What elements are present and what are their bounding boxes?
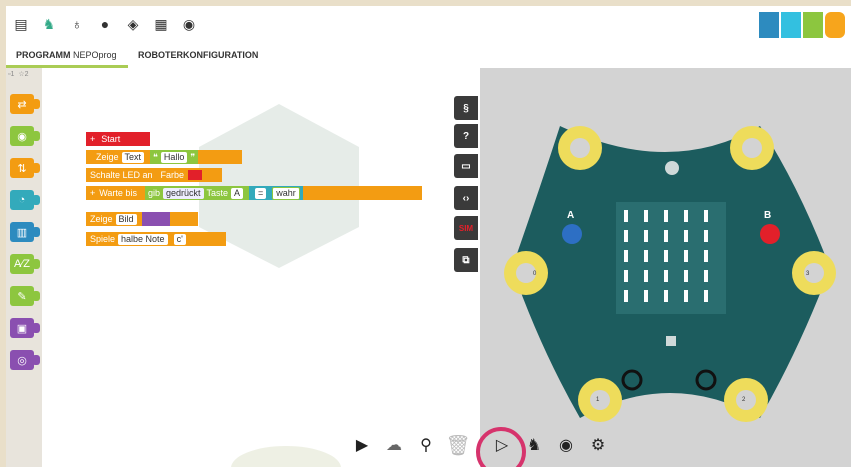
zoom-icon[interactable]: ⚲ [414, 433, 438, 457]
graduation-cap-icon[interactable]: ◈ [124, 15, 142, 33]
category-sensor-icon[interactable]: ◉ [10, 126, 40, 146]
category-control-icon[interactable]: ⇅ [10, 158, 40, 178]
calliope-board [504, 126, 836, 422]
text-type-dropdown[interactable]: Text [121, 151, 145, 163]
simulation-button[interactable]: SIM [454, 216, 478, 240]
category-tabs: ▫1 ☆2 [8, 70, 29, 78]
trash-icon[interactable]: 🗑 [445, 433, 470, 457]
show-image-block[interactable]: Zeige Bild [86, 212, 198, 226]
sound-icon[interactable]: ◉ [554, 433, 578, 457]
category-messages-icon[interactable]: ◎ [10, 350, 40, 370]
tab-robot-config[interactable]: ROBOTERKONFIGURATION [138, 50, 258, 60]
show-code-button[interactable]: § [454, 96, 478, 120]
button-b-label: B [764, 210, 772, 221]
simulation-pane: A B 0 1 2 3 [480, 68, 851, 467]
category-tab-2[interactable]: ☆2 [18, 71, 28, 78]
top-menu-bar: ▤ ♞ ♁ ● ◈ ▦ ◉ [6, 6, 851, 44]
block-category-bar: ▫1 ☆2 ⇄ ◉ ⇅ ◔ ▥ A⁄Z ✎ ▣ ◎ [6, 68, 42, 467]
left-bottom-toolbar: ▶ ☁ ⚲ 🗑 [350, 429, 478, 461]
category-math-icon[interactable]: ▥ [10, 222, 40, 242]
settings-wrench-icon[interactable]: ⚙ [586, 433, 610, 457]
category-text-icon[interactable]: A⁄Z [10, 254, 40, 274]
start-block[interactable]: + Start [86, 132, 150, 146]
nepo-logo [759, 12, 845, 38]
globe-icon[interactable]: ◉ [180, 15, 198, 33]
app-window: ▤ ♞ ♁ ● ◈ ▦ ◉ PROGRAMM NEPOprog ROBOTERK… [6, 6, 851, 467]
play-note-block[interactable]: Spiele halbe Note c' [86, 232, 226, 246]
get-pressed-block[interactable]: gib gedrückt Taste A [144, 186, 250, 200]
screen-share-button[interactable]: ⧉ [454, 248, 478, 272]
category-tab-1[interactable]: ▫1 [8, 71, 14, 78]
pin-1-label: 1 [596, 397, 600, 403]
cloud-save-icon[interactable]: ☁ [382, 433, 406, 457]
help-button[interactable]: ? [454, 124, 478, 148]
wait-until-block[interactable]: + Warte bis gib gedrückt Taste A = wahr [86, 186, 422, 200]
led-block[interactable]: Schalte LED an Farbe [86, 168, 222, 182]
image-value-block[interactable] [141, 212, 170, 226]
gallery-grid-icon[interactable]: ▦ [152, 15, 170, 33]
program-name: NEPOprog [73, 50, 117, 60]
category-color-icon[interactable]: ✎ [10, 286, 40, 306]
compare-block[interactable]: = wahr [249, 186, 303, 200]
pin-0-label: 0 [533, 271, 537, 277]
show-text-block[interactable]: Zeige Text ❝ Hallo ❞ [86, 150, 242, 164]
text-literal-block[interactable]: ❝ Hallo ❞ [150, 150, 199, 164]
code-toggle-button[interactable]: ‹› [454, 186, 478, 210]
programming-workspace[interactable]: ▫1 ☆2 ⇄ ◉ ⇅ ◔ ▥ A⁄Z ✎ ▣ ◎ § ? ▭ ‹› SIM ⧉… [6, 68, 480, 467]
robot-icon[interactable]: ♞ [40, 15, 58, 33]
led-color-swatch[interactable] [188, 170, 203, 180]
block-label: Zeige [96, 152, 119, 162]
tab-program[interactable]: PROGRAMM NEPOprog [16, 50, 117, 60]
button-a-label: A [567, 210, 575, 221]
user-icon[interactable]: ● [96, 15, 114, 33]
pin-2-label: 2 [742, 397, 746, 403]
category-image-icon[interactable]: ▣ [10, 318, 40, 338]
tab-program-label: PROGRAMM [16, 50, 71, 60]
run-program-icon[interactable]: ▶ [350, 433, 374, 457]
lightbulb-icon[interactable]: ♁ [68, 15, 86, 33]
pin-3-label: 3 [806, 271, 810, 277]
category-logic-icon[interactable]: ◔ [10, 190, 40, 210]
workspace-watermark-bottom [231, 446, 341, 467]
tab-bar: PROGRAMM NEPOprog ROBOTERKONFIGURATION [6, 44, 851, 69]
category-action-icon[interactable]: ⇄ [10, 94, 40, 114]
comment-button[interactable]: ▭ [454, 154, 478, 178]
document-icon[interactable]: ▤ [12, 15, 30, 33]
